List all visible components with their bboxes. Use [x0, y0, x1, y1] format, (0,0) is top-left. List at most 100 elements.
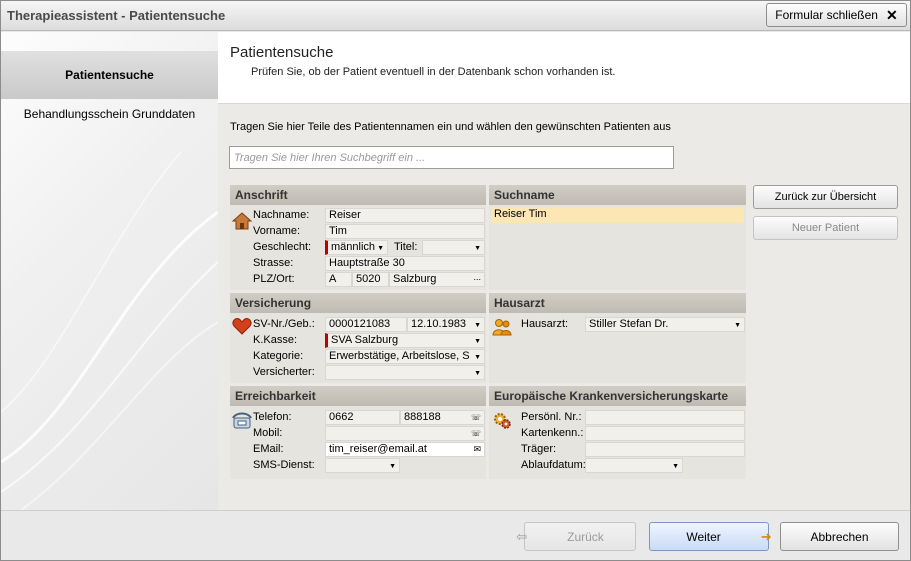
versicherung-panel: Versicherung SV-Nr./Geb.: 0000121083 12.… [230, 293, 486, 383]
arrow-left-icon: ⇦ [516, 528, 528, 544]
search-input[interactable]: Tragen Sie hier Ihren Suchbegriff ein ..… [229, 146, 674, 169]
hausarzt-select[interactable]: Stiller Stefan Dr. ▼ [585, 317, 745, 332]
nachname-label: Nachname: [253, 209, 310, 221]
ort-field[interactable]: Salzburg ... [389, 272, 485, 287]
plzort-label: PLZ/Ort: [253, 273, 295, 285]
hausarzt-label: Hausarzt: [521, 318, 569, 330]
plz-field[interactable]: 5020 [352, 272, 389, 287]
anschrift-panel: Anschrift Nachname: Reiser Vorname: Tim … [230, 185, 486, 290]
telefon-label: Telefon: [253, 411, 292, 423]
people-icon [492, 319, 512, 336]
geschlecht-value: männlich [331, 241, 376, 253]
close-form-label: Formular schließen [775, 8, 878, 22]
close-icon: ✕ [885, 6, 898, 23]
search-instruction: Tragen Sie hier Teile des Patientennamen… [230, 121, 671, 133]
ekvk-traeger-label: Träger: [521, 443, 557, 455]
versicherter-select[interactable]: ▼ [325, 365, 485, 380]
chevron-down-icon: ▼ [474, 245, 481, 252]
ekvk-ablauf-label: Ablaufdatum: [521, 459, 586, 471]
heart-icon [232, 318, 252, 335]
next-button[interactable]: Weiter ➜ [649, 522, 772, 551]
ekvk-heading: Europäische Krankenversicherungskarte [489, 386, 746, 406]
telefon-vorwahl-field[interactable]: 0662 [325, 410, 400, 425]
kkasse-select[interactable]: SVA Salzburg ▼ [325, 333, 485, 348]
dial-icon[interactable]: ☏ [471, 411, 481, 424]
chevron-down-icon: ▼ [672, 463, 679, 470]
kategorie-value: Erwerbstätige, Arbeitslose, S [329, 350, 470, 362]
arrow-right-icon: ➜ [760, 528, 772, 544]
titel-select[interactable]: ▼ [422, 240, 485, 255]
app-window: Therapieassistent - Patientensuche Formu… [0, 0, 911, 561]
suchname-heading: Suchname [489, 185, 746, 205]
email-label: EMail: [253, 443, 284, 455]
ekvk-panel: Europäische Krankenversicherungskarte Pe… [489, 386, 746, 479]
versicherter-label: Versicherter: [253, 366, 315, 378]
mobil-field[interactable]: ☏ [325, 426, 485, 441]
page-subtitle: Prüfen Sie, ob der Patient eventuell in … [251, 66, 616, 78]
chevron-down-icon: ▼ [734, 322, 741, 329]
strasse-label: Strasse: [253, 257, 294, 269]
email-value: tim_reiser@email.at [329, 443, 427, 455]
hausarzt-value: Stiller Stefan Dr. [589, 318, 669, 330]
telefon-nummer-field[interactable]: 888188 ☏ [400, 410, 485, 425]
window-title: Therapieassistent - Patientensuche [7, 8, 226, 23]
svnr-label: SV-Nr./Geb.: [253, 318, 315, 330]
title-bar: Therapieassistent - Patientensuche Formu… [1, 1, 910, 31]
erreichbarkeit-panel: Erreichbarkeit Telefon: 0662 888188 ☏ Mo… [230, 386, 486, 479]
chevron-down-icon: ▼ [474, 370, 481, 377]
ort-value: Salzburg [393, 273, 437, 285]
svnr-field[interactable]: 0000121083 [325, 317, 407, 332]
vorname-field[interactable]: Tim [325, 224, 485, 239]
email-field[interactable]: tim_reiser@email.at ✉ [325, 442, 485, 457]
ort-lookup-button[interactable]: ... [473, 273, 481, 284]
dial-icon[interactable]: ☏ [471, 427, 481, 440]
anschrift-heading: Anschrift [230, 185, 486, 205]
kkasse-value: SVA Salzburg [331, 334, 399, 346]
geschlecht-select[interactable]: männlich ▼ [325, 240, 388, 255]
back-label: Zurück [567, 529, 604, 544]
sidebar-item-label: Patientensuche [65, 68, 154, 82]
ekvk-kennung-field[interactable] [585, 426, 745, 441]
chevron-down-icon: ▼ [474, 322, 481, 329]
telefon-nummer-value: 888188 [404, 411, 441, 423]
geburtsdatum-value: 12.10.1983 [411, 318, 467, 330]
strasse-field[interactable]: Hauptstraße 30 [325, 256, 485, 271]
geschlecht-label: Geschlecht: [253, 241, 312, 253]
ekvk-kennung-label: Kartenkenn.: [521, 427, 584, 439]
ekvk-traeger-field[interactable] [585, 442, 745, 457]
envelope-icon[interactable]: ✉ [473, 443, 481, 456]
hausarzt-heading: Hausarzt [489, 293, 746, 313]
hausarzt-panel: Hausarzt Hausarzt: Stiller Stefan Dr. ▼ [489, 293, 746, 383]
main-content: Patientensuche Prüfen Sie, ob der Patien… [218, 32, 910, 510]
vorname-label: Vorname: [253, 225, 301, 237]
kategorie-select[interactable]: Erwerbstätige, Arbeitslose, S ▼ [325, 349, 485, 364]
land-field[interactable]: A [325, 272, 352, 287]
geburtsdatum-field[interactable]: 12.10.1983 ▼ [407, 317, 485, 332]
sidebar-swoosh-decoration [1, 151, 218, 510]
house-icon [232, 212, 252, 230]
sidebar-item-label: Behandlungsschein Grunddaten [23, 107, 196, 121]
ekvk-nr-label: Persönl. Nr.: [521, 411, 582, 423]
cancel-button[interactable]: Abbrechen [780, 522, 899, 551]
ekvk-nr-field[interactable] [585, 410, 745, 425]
versicherung-heading: Versicherung [230, 293, 486, 313]
sidebar-item-patientensuche[interactable]: Patientensuche [1, 51, 218, 99]
chevron-down-icon: ▼ [474, 354, 481, 361]
card-gear-icon [494, 413, 511, 429]
nachname-field[interactable]: Reiser [325, 208, 485, 223]
cancel-label: Abbrechen [810, 529, 869, 544]
suchname-panel: Suchname Reiser Tim [489, 185, 746, 290]
sms-select[interactable]: ▼ [325, 458, 400, 473]
ekvk-ablauf-select[interactable]: ▼ [585, 458, 683, 473]
phone-icon [232, 412, 252, 429]
close-form-button[interactable]: Formular schließen ✕ [766, 3, 907, 27]
zurueck-uebersicht-button[interactable]: Zurück zur Übersicht [753, 185, 898, 209]
back-button[interactable]: ⇦ Zurück [516, 522, 636, 551]
chevron-down-icon: ▼ [474, 338, 481, 345]
sms-label: SMS-Dienst: [253, 459, 315, 471]
neuer-patient-button[interactable]: Neuer Patient [753, 216, 898, 240]
suchname-result-item[interactable]: Reiser Tim [491, 207, 744, 223]
mobil-label: Mobil: [253, 427, 283, 439]
sidebar-item-behandlungsschein[interactable]: Behandlungsschein Grunddaten [1, 107, 218, 127]
kkasse-label: K.Kasse: [253, 334, 298, 346]
